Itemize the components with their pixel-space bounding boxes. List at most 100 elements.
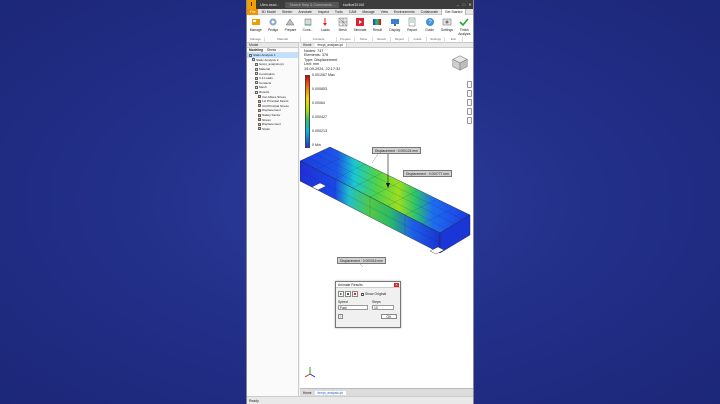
displacement-callout[interactable]: Displacement : 0.000016 mm xyxy=(337,257,386,264)
tree-item-label: Stress xyxy=(262,117,271,122)
view-tabs: Home fempt_analysis.ipt xyxy=(300,43,473,48)
tab-document[interactable]: fempt_analysis.ipt xyxy=(314,43,348,47)
browser-tab-modeling[interactable]: Modeling xyxy=(247,48,265,52)
help-button[interactable]: ? xyxy=(338,314,343,319)
result-info: Nodes: 747 Elements: 376 Type: Displacem… xyxy=(304,49,340,71)
tree-node-icon xyxy=(255,67,258,71)
animate-results-dialog: Animate Results ✕ Show Original Speed St… xyxy=(335,281,401,328)
tab-environments[interactable]: Environments xyxy=(391,9,418,15)
settings-icon xyxy=(442,18,452,26)
orbit-icon[interactable] xyxy=(467,108,472,115)
legend-label: 0.000427 xyxy=(312,115,327,119)
tab-sketch[interactable]: Sketch xyxy=(279,9,295,15)
tree-node-icon xyxy=(255,72,258,76)
tree-node-icon xyxy=(255,62,258,66)
legend-label: 0.00064 xyxy=(312,101,325,105)
tab-3d-model[interactable]: 3D Model xyxy=(258,9,279,15)
pan-icon[interactable] xyxy=(467,90,472,97)
tree-item-label: fempt_analysis.ipt xyxy=(259,62,284,67)
browser-tree-item[interactable]: Strain xyxy=(247,127,298,132)
tree-item-label: 3-4 Loads xyxy=(259,76,273,81)
tree-item-label: Mesh xyxy=(259,85,267,90)
browser-tab-stress[interactable]: Stress xyxy=(265,48,278,52)
tree-item-label: Displacement xyxy=(262,108,281,113)
tab-inspect[interactable]: Inspect xyxy=(315,9,332,15)
tree-node-icon xyxy=(258,127,261,131)
tree-node-icon xyxy=(249,53,252,57)
full-nav-wheel-icon[interactable] xyxy=(467,81,472,88)
report-icon xyxy=(408,17,416,27)
record-icon[interactable] xyxy=(352,291,358,297)
graphics-viewport[interactable]: Home fempt_analysis.ipt Nodes: 747 Eleme… xyxy=(300,43,474,388)
help-search-input[interactable]: Search Help & Commands... xyxy=(285,1,339,8)
inventor-window: I Ulew.assd... Search Help & Commands...… xyxy=(246,0,474,404)
zoom-icon[interactable] xyxy=(467,99,472,106)
tree-node-icon xyxy=(258,108,261,112)
user-name[interactable]: kadibal35168 xyxy=(343,3,364,7)
mesh-icon xyxy=(338,17,347,27)
tab-view[interactable]: View xyxy=(378,9,391,15)
show-original-checkbox[interactable] xyxy=(361,292,364,296)
tree-item-label: Safety Factor xyxy=(262,113,281,118)
tree-node-icon xyxy=(255,85,258,89)
displacement-callout[interactable]: Displacement : 0.000124 mm xyxy=(372,147,421,154)
display-icon xyxy=(390,19,399,26)
tab-collaborate[interactable]: Collaborate xyxy=(418,9,441,15)
speed-select[interactable]: Fast xyxy=(338,305,368,310)
browser-tree: Static Analysis 1 Static Analysis 2 fempt_… xyxy=(247,53,298,131)
tree-item-label: 3rd Principal Stress xyxy=(262,103,289,108)
tab-annotate[interactable]: Annotate xyxy=(295,9,315,15)
tree-node-icon xyxy=(255,81,258,85)
prepare-icon xyxy=(286,18,295,26)
tree-node-icon xyxy=(252,58,255,62)
axis-triad-icon xyxy=(304,367,316,378)
displacement-callout[interactable]: Displacement : 0.000777 mm xyxy=(403,170,452,177)
tree-node-icon xyxy=(258,122,261,126)
manage-icon xyxy=(251,19,260,25)
look-at-icon[interactable] xyxy=(467,117,472,124)
ok-button[interactable]: OK xyxy=(381,314,397,319)
tab-cam[interactable]: CAM xyxy=(346,9,360,15)
step-icon[interactable] xyxy=(345,291,351,297)
dialog-close-button[interactable]: ✕ xyxy=(394,283,399,287)
model-browser: Model Modeling Stress Static Analysis 1S… xyxy=(247,43,299,396)
steps-label: Steps xyxy=(372,300,381,304)
tab-home[interactable]: Home xyxy=(300,43,315,47)
speed-label: Speed xyxy=(338,300,348,304)
tree-node-icon xyxy=(258,104,261,108)
close-button[interactable]: ✕ xyxy=(467,0,473,9)
tree-item-label: Static Analysis 1 xyxy=(253,53,276,58)
info-timestamp: 19-09-2024, 22:17:32 xyxy=(304,66,341,71)
tab-manage[interactable]: Manage xyxy=(359,9,377,15)
play-icon[interactable] xyxy=(338,291,344,297)
simulate-icon xyxy=(356,18,365,26)
legend-label: 0.000853 xyxy=(312,87,327,91)
result-icon xyxy=(373,19,382,25)
viewcube-icon[interactable] xyxy=(451,54,469,72)
tab-get-started[interactable]: Get Started xyxy=(440,8,467,15)
status-bar: Ready xyxy=(247,396,473,404)
fea-model[interactable] xyxy=(300,143,474,273)
loads-icon xyxy=(323,18,328,26)
tree-item-label: Results xyxy=(259,90,270,95)
tab-tools[interactable]: Tools xyxy=(332,9,346,15)
tree-item-label: Displacement xyxy=(262,122,281,127)
tree-item-label: Von Mises Stress xyxy=(262,94,286,99)
dialog-title: Animate Results xyxy=(336,282,400,288)
finish-icon xyxy=(459,18,469,27)
tab-file[interactable]: File xyxy=(247,8,259,15)
tree-node-icon xyxy=(258,95,261,99)
document-name: Ulew.assd... xyxy=(260,2,280,7)
color-legend-bar xyxy=(305,75,310,148)
show-original-label: Show Original xyxy=(365,292,387,296)
steps-input[interactable]: 10 xyxy=(372,305,394,310)
tree-item-label: Static Analysis 2 xyxy=(256,57,279,62)
pedigo-icon xyxy=(269,18,277,26)
tree-node-icon xyxy=(258,118,261,122)
doc-tab-analysis[interactable]: fempt_analysis.ipt xyxy=(314,390,347,395)
legend-label: 0.000213 xyxy=(312,129,327,133)
tree-item-label: Contacts xyxy=(259,80,272,85)
guide-icon: ? xyxy=(425,18,434,26)
tree-item-label: Constraints xyxy=(259,71,275,76)
doc-tab-home[interactable]: Home xyxy=(300,391,315,395)
